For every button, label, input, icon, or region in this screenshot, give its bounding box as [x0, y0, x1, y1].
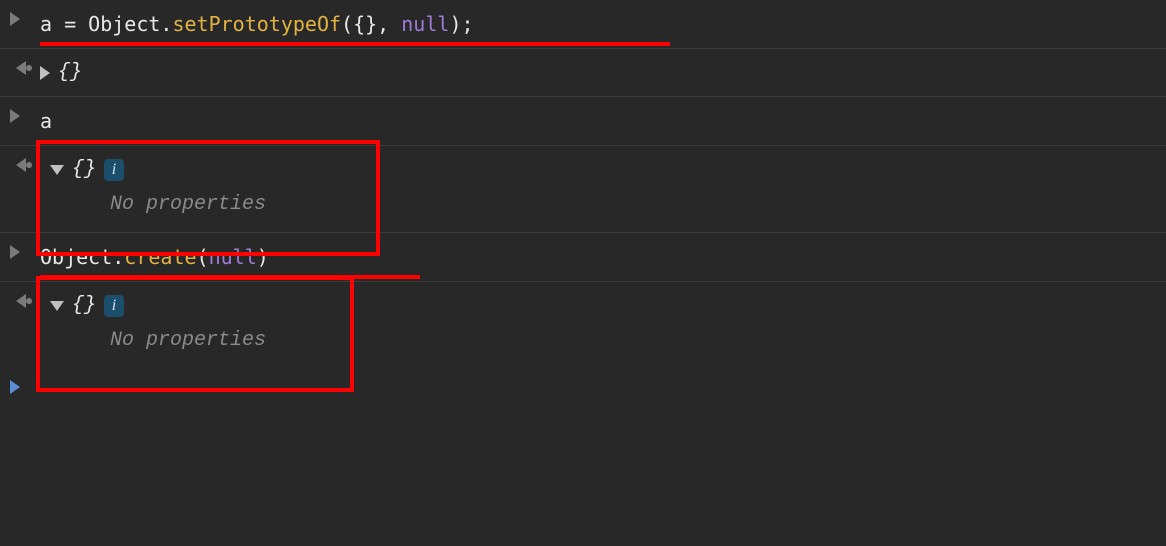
code-token-var: a [40, 109, 52, 133]
console-content: a [40, 105, 1156, 137]
code-token-class: Object [88, 12, 160, 36]
code-token-punc: ({}, [341, 12, 401, 36]
console-input-row: a = Object.setPrototypeOf({}, null); [0, 0, 1166, 49]
code-token-punc: . [160, 12, 172, 36]
console-output-row: {} i No properties [0, 282, 1166, 368]
console-content: a = Object.setPrototypeOf({}, null); [40, 8, 1156, 40]
code-line[interactable]: a = Object.setPrototypeOf({}, null); [40, 8, 1156, 40]
disclosure-triangle-icon[interactable] [40, 66, 50, 80]
code-token-punc: ); [449, 12, 473, 36]
gutter [10, 105, 40, 123]
input-prompt-icon [10, 380, 20, 394]
output-return-icon [10, 294, 28, 308]
console-content: {} [40, 57, 1156, 88]
object-braces: {} [58, 61, 82, 84]
input-prompt-icon [10, 109, 20, 123]
code-line[interactable]: a [40, 105, 1156, 137]
input-prompt-icon [10, 12, 20, 26]
output-return-icon [10, 158, 28, 172]
console-output-row: {} [0, 49, 1166, 97]
output-return-icon [10, 61, 28, 75]
code-token-keyword: null [401, 12, 449, 36]
code-token-method: setPrototypeOf [172, 12, 341, 36]
gutter [10, 57, 40, 75]
gutter [10, 8, 40, 26]
console-output-row: {} i No properties [0, 146, 1166, 233]
annotation-underline [40, 42, 670, 46]
annotation-box [36, 276, 354, 392]
console-input-row: a [0, 97, 1166, 146]
code-token-op: = [52, 12, 88, 36]
code-token-var: a [40, 12, 52, 36]
annotation-box [36, 140, 380, 256]
object-preview[interactable]: {} [40, 57, 1156, 88]
input-prompt-icon [10, 245, 20, 259]
